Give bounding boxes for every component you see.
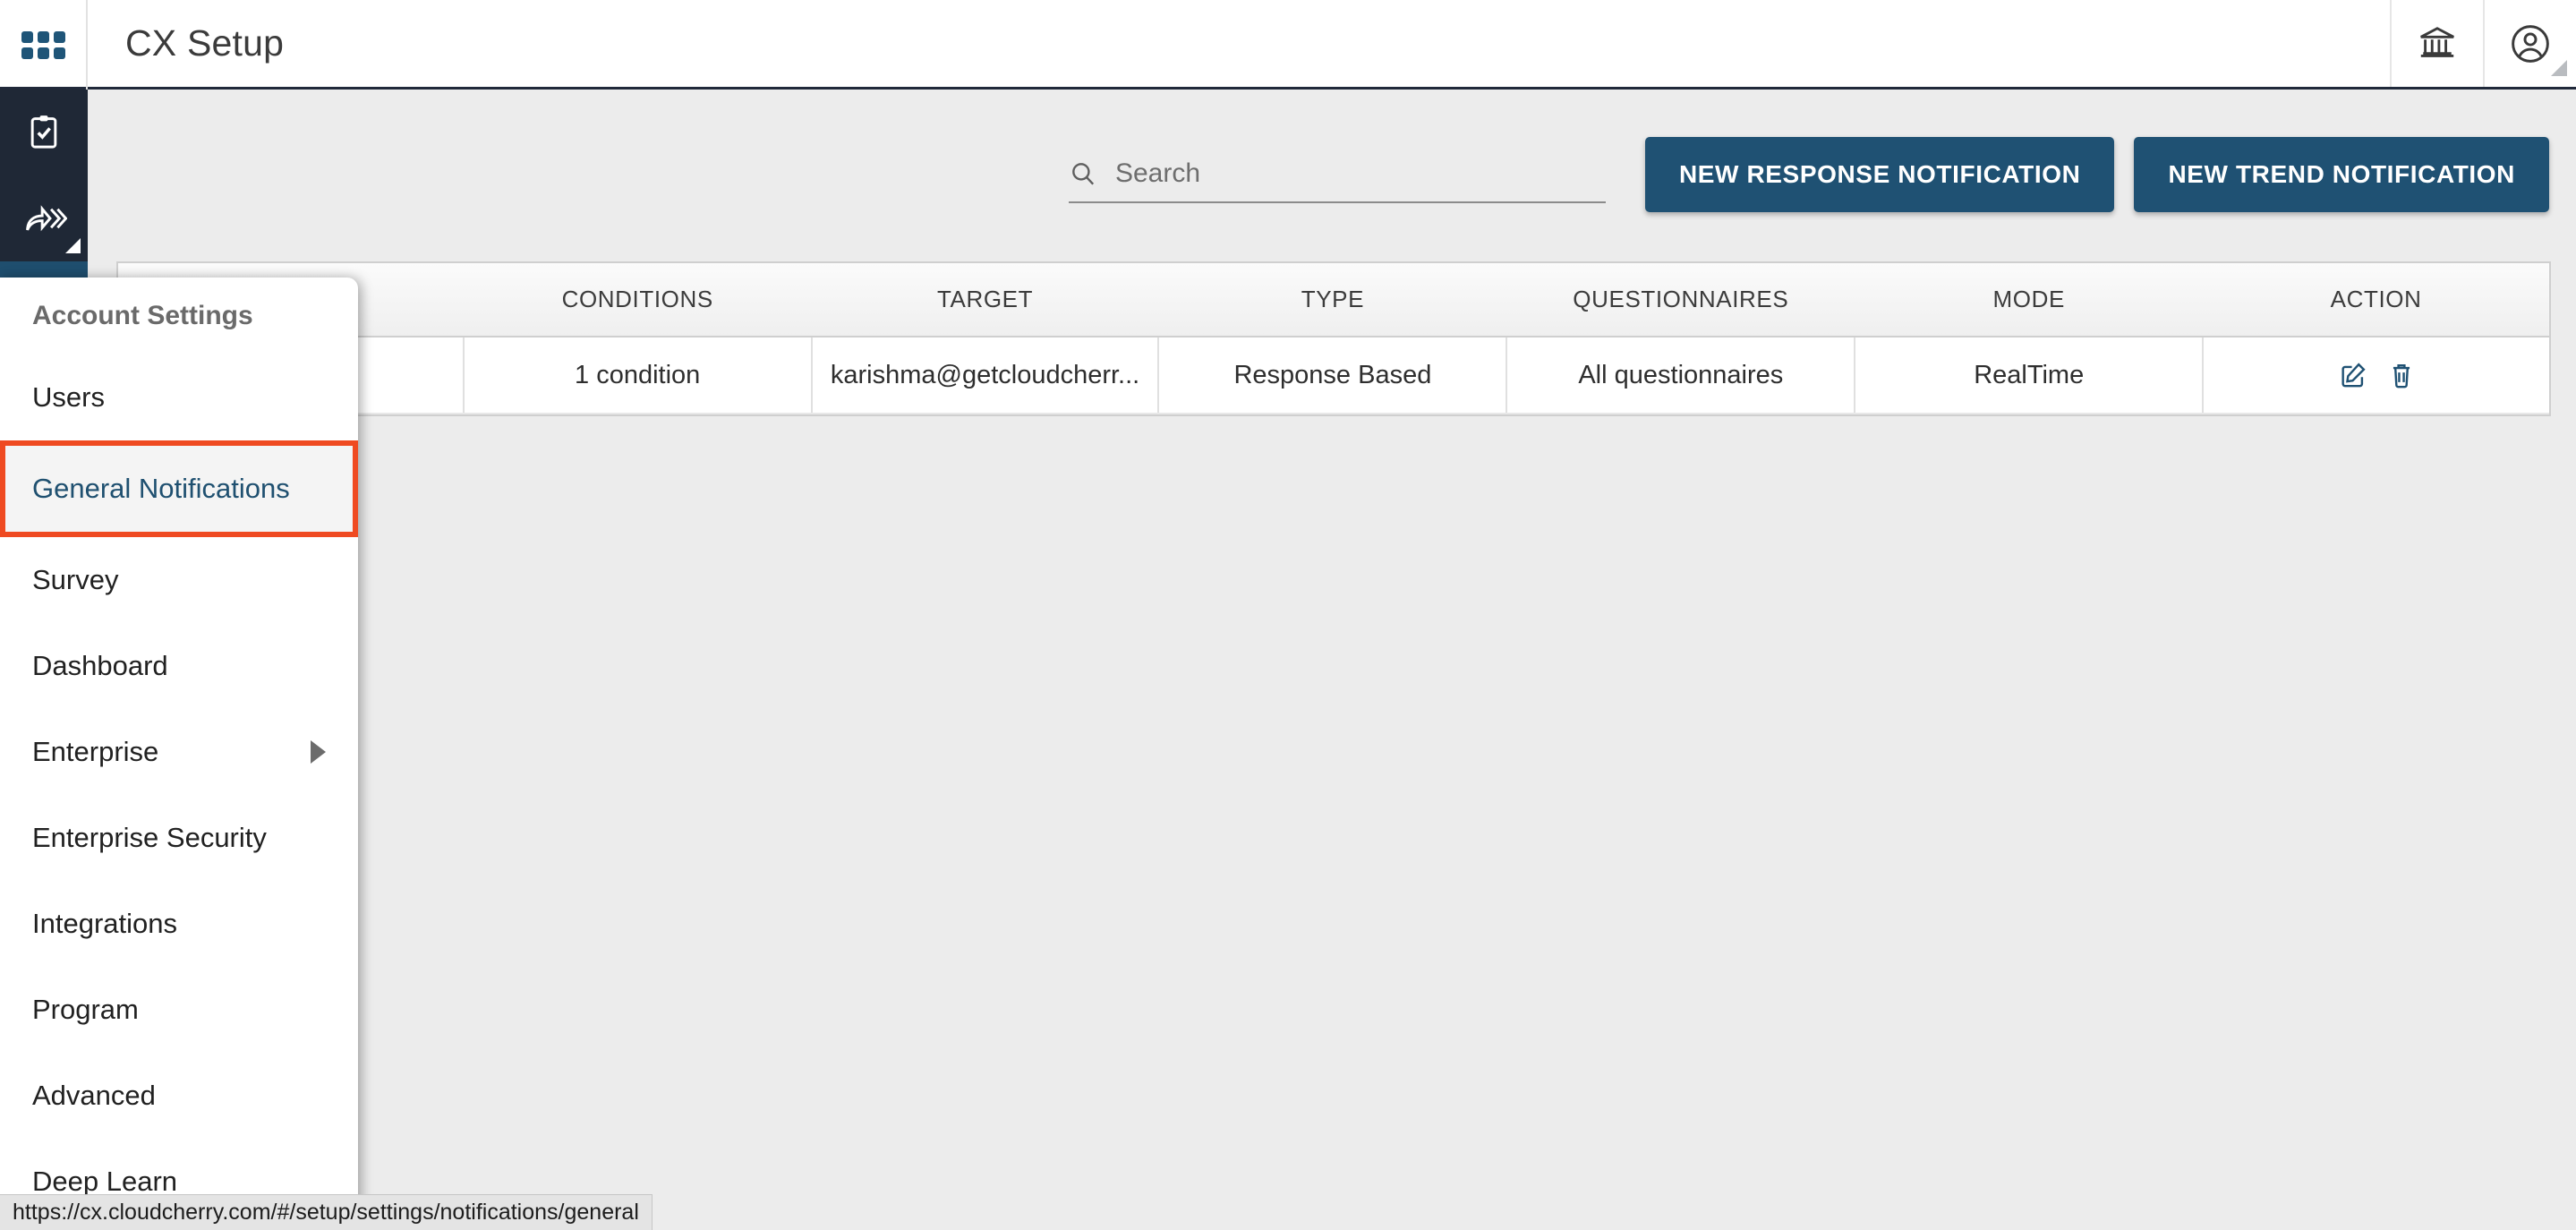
menu-item-label: Advanced (32, 1080, 156, 1111)
cell-conditions: 1 condition (463, 337, 813, 414)
account-button[interactable] (2483, 0, 2576, 87)
toolbar: Search NEW RESPONSE NOTIFICATION NEW TRE… (88, 116, 2576, 233)
search-input[interactable]: Search (1115, 158, 1200, 189)
menu-item-label: Program (32, 994, 139, 1025)
status-bar-url: https://cx.cloudcherry.com/#/setup/setti… (0, 1194, 653, 1230)
edit-row-button[interactable] (2338, 360, 2368, 390)
cell-questionnaires: All questionnaires (1506, 337, 1856, 414)
column-header-action: ACTION (2203, 263, 2549, 337)
account-settings-menu: Account Settings Users General Notificat… (0, 278, 358, 1230)
rail-item-surveys[interactable] (0, 90, 88, 175)
menu-item-label: Dashboard (32, 650, 168, 681)
menu-item-survey[interactable]: Survey (0, 537, 358, 623)
clipboard-check-icon (30, 115, 57, 149)
notifications-table: CONDITIONS TARGET TYPE QUESTIONNAIRES MO… (116, 261, 2551, 416)
menu-item-enterprise[interactable]: Enterprise (0, 709, 358, 795)
cell-mode: RealTime (1855, 337, 2205, 414)
table-row: 1 condition karishma@getcloudcherr... Re… (118, 337, 2549, 414)
trash-icon (2393, 364, 2410, 389)
organization-button[interactable] (2390, 0, 2483, 87)
search-icon (1072, 163, 1095, 185)
column-header-target: TARGET (811, 263, 1159, 337)
delete-row-button[interactable] (2388, 360, 2415, 390)
menu-item-label: Integrations (32, 908, 177, 939)
cell-target: karishma@getcloudcherr... (811, 337, 1160, 414)
chevron-right-icon (311, 740, 326, 764)
share-forward-icon (26, 205, 67, 232)
menu-item-dashboard[interactable]: Dashboard (0, 623, 358, 709)
menu-item-label: General Notifications (32, 473, 290, 504)
table-header-row: CONDITIONS TARGET TYPE QUESTIONNAIRES MO… (118, 263, 2549, 337)
page-title: CX Setup (125, 22, 285, 64)
menu-item-general-notifications[interactable]: General Notifications (0, 440, 358, 537)
left-rail (0, 90, 88, 261)
menu-item-label: Users (32, 381, 105, 413)
account-circle-icon (2512, 24, 2549, 63)
main-workspace: Search NEW RESPONSE NOTIFICATION NEW TRE… (88, 90, 2576, 1230)
new-trend-notification-button[interactable]: NEW TREND NOTIFICATION (2134, 137, 2549, 212)
menu-item-label: Deep Learn (32, 1166, 178, 1197)
rail-item-dispatch[interactable] (0, 175, 88, 261)
search-field[interactable]: Search (1068, 146, 1606, 203)
menu-item-integrations[interactable]: Integrations (0, 881, 358, 967)
cell-action (2203, 337, 2549, 414)
apps-grid-launcher-button[interactable] (0, 0, 88, 90)
menu-item-label: Enterprise (32, 736, 159, 767)
new-response-notification-button[interactable]: NEW RESPONSE NOTIFICATION (1644, 137, 2115, 212)
column-header-questionnaires: QUESTIONNAIRES (1506, 263, 1855, 337)
cell-type: Response Based (1158, 337, 1508, 414)
edit-pencil-icon (2341, 363, 2366, 388)
apps-grid-icon (21, 30, 65, 59)
bank-icon (2420, 26, 2454, 57)
menu-item-users[interactable]: Users (0, 354, 358, 440)
column-header-conditions: CONDITIONS (463, 263, 812, 337)
menu-item-program[interactable]: Program (0, 967, 358, 1053)
menu-item-label: Enterprise Security (32, 822, 267, 853)
app-bar: CX Setup (0, 0, 2576, 90)
resize-corner-icon (2551, 60, 2567, 76)
menu-item-advanced[interactable]: Advanced (0, 1053, 358, 1139)
column-header-type: TYPE (1158, 263, 1507, 337)
menu-item-label: Survey (32, 564, 119, 595)
column-header-mode: MODE (1855, 263, 2204, 337)
rail-corner-icon (65, 238, 81, 253)
menu-header: Account Settings (32, 301, 253, 330)
menu-item-enterprise-security[interactable]: Enterprise Security (0, 795, 358, 881)
